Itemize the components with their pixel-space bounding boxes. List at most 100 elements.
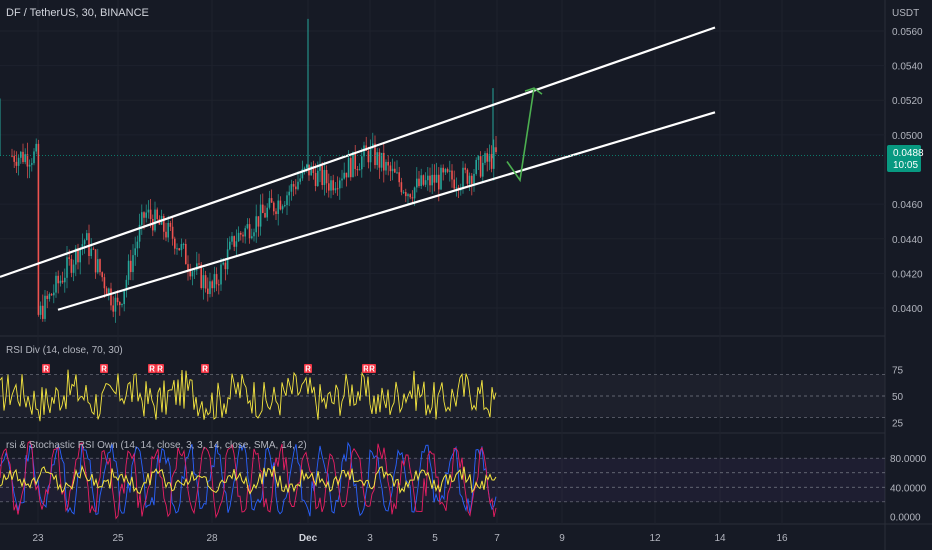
candle-body — [149, 209, 152, 219]
current-price-badge: 0.0488 10:05 — [887, 145, 924, 172]
candle-body — [229, 241, 231, 250]
time-label: 7 — [494, 533, 500, 544]
divergence-marker-label: R — [149, 365, 155, 374]
price-badge-countdown: 10:05 — [893, 160, 918, 171]
candle-body — [55, 275, 57, 293]
candle-body — [37, 143, 40, 315]
candle-body — [83, 240, 86, 245]
stoch-tick: 80.0000 — [890, 454, 927, 465]
candle-body — [119, 302, 121, 306]
candle-body — [330, 180, 332, 191]
candle-body — [48, 294, 51, 299]
divergence-marker-label: R — [157, 365, 163, 374]
candle-body — [112, 305, 114, 312]
candle-body — [431, 174, 433, 186]
candle-body — [70, 258, 73, 273]
candle-body — [354, 151, 356, 170]
time-label: 28 — [206, 533, 218, 544]
candle-body — [290, 184, 293, 192]
candle-body — [33, 151, 35, 164]
candle-body — [394, 168, 396, 173]
candle-body — [464, 167, 466, 170]
price-badge-value: 0.0488 — [893, 148, 924, 159]
divergence-marker-label: R — [43, 365, 49, 374]
price-tick: 0.0540 — [892, 62, 923, 73]
candle-body — [473, 173, 475, 184]
candle-body — [204, 275, 207, 289]
candle-body — [279, 200, 282, 210]
candle-body — [141, 212, 143, 225]
candle-body — [207, 288, 209, 295]
candle-body — [59, 280, 62, 284]
candle-body — [350, 158, 352, 178]
candle-body — [332, 180, 334, 191]
candle-body — [477, 156, 480, 160]
candle-body — [174, 238, 176, 249]
candle-body — [416, 178, 418, 188]
candle-body — [484, 153, 486, 163]
candle-body — [479, 156, 482, 177]
candle-body — [255, 216, 257, 233]
candle-body — [398, 172, 400, 183]
candle-body — [297, 181, 299, 190]
rsi-axis-ticks: 75 50 25 — [892, 365, 904, 429]
candle-body — [299, 178, 301, 182]
candle-body — [136, 241, 139, 249]
candle-body — [268, 198, 271, 208]
candle-body — [277, 200, 279, 215]
candle-body — [31, 163, 33, 165]
candle-body — [273, 202, 275, 212]
rsi-div-title[interactable]: RSI Div (14, close, 70, 30) — [6, 345, 123, 356]
candle-body — [64, 277, 66, 283]
candle-body — [101, 272, 103, 278]
candle-body — [202, 275, 205, 288]
candle-body — [433, 174, 436, 183]
candle-body — [103, 277, 106, 289]
candle-body — [422, 175, 425, 185]
time-label: 3 — [367, 533, 373, 544]
candle-body — [193, 270, 196, 272]
candle-body — [42, 305, 44, 319]
candle-body — [321, 165, 323, 186]
candle-body — [127, 260, 130, 280]
candle-body — [15, 161, 18, 166]
candle-body — [86, 233, 88, 241]
stoch-rsi-title[interactable]: rsi & Stochastic RSI Own (14, 14, close,… — [6, 440, 307, 451]
candle-body — [411, 197, 414, 199]
candle-body — [46, 295, 48, 299]
candle-body — [143, 212, 145, 218]
candle-body — [165, 231, 167, 238]
candle-body — [391, 168, 394, 172]
candle-body — [378, 152, 381, 168]
candle-body — [409, 194, 411, 198]
candle-body — [295, 186, 297, 190]
candle-body — [182, 243, 185, 245]
divergence-marker-label: R — [202, 365, 208, 374]
price-tick: 0.0420 — [892, 269, 923, 280]
candle-body — [97, 259, 99, 273]
candle-body — [466, 169, 469, 184]
symbol-title[interactable]: DF / TetherUS, 30, BINANCE — [6, 7, 149, 19]
candle-body — [178, 248, 180, 251]
candle-body — [90, 248, 92, 257]
candle-body — [266, 207, 268, 218]
candle-body — [213, 274, 216, 289]
price-tick: 0.0520 — [892, 96, 923, 107]
candle-body — [429, 175, 431, 186]
candle-body — [402, 192, 405, 194]
candle-body — [167, 222, 169, 238]
candle-body — [92, 248, 95, 250]
candle-body — [259, 204, 262, 227]
candle-body — [420, 175, 422, 187]
candle-body — [198, 263, 200, 265]
candle-body — [405, 192, 407, 197]
rsi-tick: 50 — [892, 392, 904, 403]
candle-body — [39, 305, 42, 315]
candle-body — [68, 257, 70, 259]
trading-chart[interactable]: RRRRRRRR DF / TetherUS, 30, BINANCE RSI … — [0, 0, 932, 550]
candle-body — [292, 184, 295, 187]
candle-body — [367, 150, 370, 163]
candle-body — [303, 167, 306, 170]
candle-body — [262, 204, 264, 213]
candle-body — [222, 262, 224, 265]
